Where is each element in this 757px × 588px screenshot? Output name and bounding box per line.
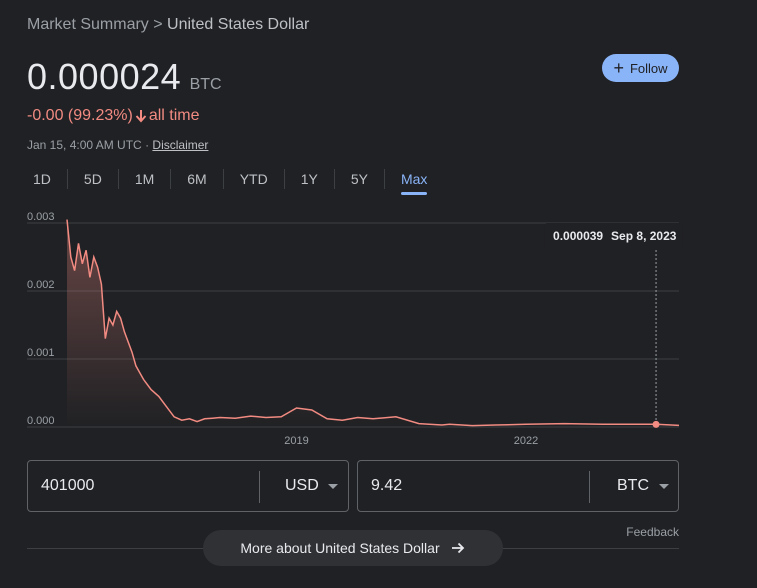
price-value: 0.000024	[27, 56, 182, 97]
tooltip-date: Sep 8, 2023	[611, 229, 677, 243]
y-tick-label: 0.002	[27, 279, 55, 291]
tab-5y[interactable]: 5Y	[345, 167, 374, 191]
y-tick-label: 0.000	[27, 415, 55, 427]
converter-left: 401000 USD	[27, 460, 349, 512]
feedback-link[interactable]: Feedback	[626, 525, 679, 539]
follow-label: Follow	[629, 60, 668, 76]
tab-1d[interactable]: 1D	[27, 167, 57, 191]
tab-divider	[383, 169, 385, 189]
more-about-label: More about United States Dollar	[240, 540, 440, 556]
field-divider	[259, 471, 260, 503]
follow-button[interactable]: + Follow	[602, 54, 679, 82]
tooltip-value: 0.000039	[553, 229, 603, 243]
price-chart[interactable]: 0.003 0.002 0.001 0.000 2019 2022 0.000039 Sep …	[27, 210, 687, 450]
tab-max[interactable]: Max	[395, 167, 433, 195]
price-change: -0.00 (99.23%) all time	[27, 107, 200, 125]
currency-select-left[interactable]: USD	[285, 461, 319, 511]
breadcrumb-current: United States Dollar	[167, 16, 310, 33]
y-tick-label: 0.001	[27, 347, 55, 359]
tab-divider	[66, 169, 68, 189]
tab-1y[interactable]: 1Y	[295, 167, 324, 191]
y-tick-label: 0.003	[27, 211, 55, 223]
tab-1m[interactable]: 1M	[129, 167, 160, 191]
tab-divider	[222, 169, 224, 189]
amount-input-left[interactable]: 401000	[41, 461, 94, 511]
more-about-button[interactable]: More about United States Dollar	[203, 530, 503, 566]
breadcrumb-parent[interactable]: Market Summary	[27, 16, 149, 33]
timestamp-line: Jan 15, 4:00 AM UTC · Disclaimer	[27, 138, 208, 152]
chevron-down-icon	[328, 484, 338, 489]
series-line	[66, 219, 680, 427]
tab-divider	[117, 169, 119, 189]
disclaimer-link[interactable]: Disclaimer	[152, 138, 208, 152]
change-amount: -0.00 (99.23%)	[27, 107, 133, 124]
x-tick-label: 2019	[284, 435, 308, 447]
arrow-right-icon	[451, 542, 464, 554]
amount-input-right[interactable]: 9.42	[371, 461, 402, 511]
meta-dot: ·	[145, 138, 150, 152]
plus-icon: +	[613, 58, 624, 78]
converter-right: 9.42 BTC	[357, 460, 679, 512]
tab-5d[interactable]: 5D	[78, 167, 108, 191]
tab-6m[interactable]: 6M	[181, 167, 212, 191]
tooltip-point	[652, 420, 660, 428]
tab-divider	[170, 169, 172, 189]
x-tick-label: 2022	[514, 435, 538, 447]
timestamp: Jan 15, 4:00 AM UTC	[27, 138, 142, 152]
breadcrumb-separator: >	[153, 16, 163, 33]
change-period: all time	[148, 107, 200, 124]
price-display: 0.000024 BTC	[27, 56, 222, 98]
breadcrumb: Market Summary > United States Dollar	[27, 16, 309, 34]
range-tabs: 1D 5D 1M 6M YTD 1Y 5Y Max	[27, 167, 433, 195]
price-unit: BTC	[189, 76, 222, 93]
field-divider	[589, 471, 590, 503]
currency-select-right[interactable]: BTC	[617, 461, 649, 511]
arrow-down-icon	[135, 110, 147, 123]
tab-divider	[333, 169, 335, 189]
tab-divider	[283, 169, 285, 189]
tab-ytd[interactable]: YTD	[234, 167, 274, 191]
chevron-down-icon	[659, 484, 669, 489]
